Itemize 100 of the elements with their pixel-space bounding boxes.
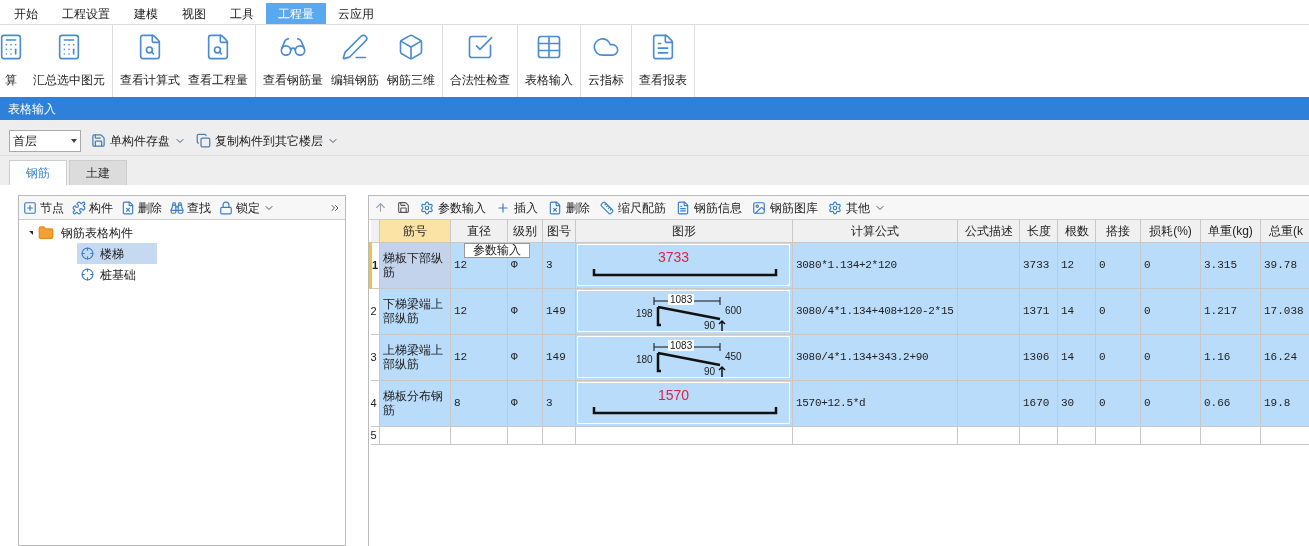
- toolbar-button[interactable]: 缩尺配筋: [600, 198, 666, 217]
- tree-item[interactable]: 钢筋表格构件: [59, 224, 135, 242]
- column-header: 长度: [1019, 220, 1058, 242]
- toolbar-button[interactable]: 单构件存盘: [91, 131, 186, 150]
- toolbar-button[interactable]: 删除: [121, 198, 162, 217]
- folder-icon: [38, 225, 54, 241]
- table-cell: 1570+12.5*d: [792, 380, 958, 426]
- ribbon-button[interactable]: 查看计算式: [116, 25, 184, 97]
- table-cell: 3080*1.134+2*120: [792, 242, 958, 288]
- ribbon-button[interactable]: 查看报表: [635, 25, 691, 97]
- shape-label: 600: [725, 305, 742, 316]
- toolbar-button[interactable]: 构件: [72, 198, 113, 217]
- document-icon: [676, 200, 690, 215]
- image-icon: [752, 200, 766, 215]
- table-cell: 0: [1095, 334, 1141, 380]
- table-cell: 3080/4*1.134+343.2+90: [792, 334, 958, 380]
- toolbar-button[interactable]: 参数输入: [420, 198, 486, 217]
- save-icon: [91, 133, 106, 148]
- table-cell: [1095, 426, 1141, 444]
- ribbon-button[interactable]: 云指标: [584, 25, 628, 97]
- table-cell: 30: [1057, 380, 1096, 426]
- toolbar-button[interactable]: 钢筋图库: [752, 198, 818, 217]
- table-cell: [379, 426, 451, 444]
- table-cell: 14: [1057, 334, 1096, 380]
- shape-label: 1083: [668, 294, 695, 305]
- expanded-icon[interactable]: [29, 231, 33, 235]
- delete-icon: [548, 200, 562, 215]
- table-cell: 0: [1140, 242, 1201, 288]
- toolbar-button[interactable]: 其他: [828, 198, 886, 217]
- ribbon-button[interactable]: 查看工程量: [184, 25, 252, 97]
- checkbox-icon: [466, 33, 494, 61]
- ribbon-button[interactable]: 算: [0, 25, 29, 97]
- table-cell: [1057, 426, 1096, 444]
- component-icon: [81, 247, 94, 260]
- copy-icon: [196, 133, 211, 148]
- table-cell: [1200, 426, 1261, 444]
- table-cell: [957, 242, 1020, 288]
- shape-label: 3733: [658, 249, 690, 265]
- ribbon-button[interactable]: 汇总选中图元: [29, 25, 109, 97]
- ribbon-button[interactable]: 编辑钢筋: [327, 25, 383, 97]
- tab[interactable]: 土建: [69, 160, 127, 185]
- row-number: 3: [370, 334, 380, 380]
- row-number: 5: [370, 426, 380, 444]
- toolbar-button[interactable]: 钢筋信息: [676, 198, 742, 217]
- table-cell: 16.24: [1260, 334, 1309, 380]
- column-header: 计算公式: [792, 220, 958, 242]
- table-cell: 3.315: [1200, 242, 1261, 288]
- menu-tab[interactable]: 建模: [122, 3, 170, 24]
- table-cell: 梯板下部纵筋: [379, 242, 451, 288]
- table-cell: [957, 426, 1020, 444]
- table-cell: 0: [1095, 242, 1141, 288]
- menu-tab[interactable]: 开始: [2, 3, 50, 24]
- floor-dropdown[interactable]: 首层: [9, 129, 81, 152]
- table-cell: 149: [542, 334, 576, 380]
- toolbar-button[interactable]: 节点: [23, 198, 64, 217]
- column-header: 公式描述: [957, 220, 1020, 242]
- column-header: 总重(k: [1260, 220, 1309, 242]
- add-node-icon: [23, 200, 37, 215]
- binoculars-icon: [170, 200, 184, 215]
- ribbon-button[interactable]: 查看钢筋量: [259, 25, 327, 97]
- menu-tab[interactable]: 视图: [170, 3, 218, 24]
- table-cell: 14: [1057, 288, 1096, 334]
- menu-tab[interactable]: 工具: [218, 3, 266, 24]
- table-cell: Ф: [507, 334, 543, 380]
- table-cell: [957, 380, 1020, 426]
- toolbar-button[interactable]: 查找: [170, 198, 211, 217]
- panel-title: 表格输入: [8, 100, 56, 118]
- table-icon: [535, 33, 563, 61]
- ribbon-button[interactable]: 钢筋三维: [383, 25, 439, 97]
- table-cell: 8: [450, 380, 508, 426]
- table-cell: 3: [542, 242, 576, 288]
- tab[interactable]: 钢筋: [9, 160, 67, 185]
- toolbar-button[interactable]: 复制构件到其它楼层: [196, 131, 339, 150]
- column-header: 搭接: [1095, 220, 1141, 242]
- ribbon-button[interactable]: 表格输入: [521, 25, 577, 97]
- table-cell: 0: [1095, 288, 1141, 334]
- save-icon[interactable]: [397, 201, 410, 214]
- menu-tab[interactable]: 云应用: [326, 3, 386, 24]
- ruler-icon: [600, 200, 614, 215]
- tree-item[interactable]: 楼梯: [77, 243, 157, 264]
- table-cell: [957, 288, 1020, 334]
- toolbar-button[interactable]: 插入: [496, 198, 538, 217]
- shape-label: 198: [636, 308, 653, 319]
- component-icon: [81, 268, 94, 281]
- tree-item[interactable]: 桩基础: [77, 264, 157, 285]
- table-cell: 0: [1140, 288, 1201, 334]
- puzzle-icon: [72, 200, 86, 215]
- toolbar-button[interactable]: 删除: [548, 198, 590, 217]
- parameter-tooltip: 参数输入: [464, 243, 530, 258]
- table-cell: 0: [1140, 380, 1201, 426]
- table-cell: 0.66: [1200, 380, 1261, 426]
- shape-label: 450: [725, 351, 742, 362]
- pen-icon: [341, 33, 369, 61]
- menu-tab[interactable]: 工程设置: [50, 3, 122, 24]
- column-header: 图号: [542, 220, 576, 242]
- table-cell: 梯板分布钢筋: [379, 380, 451, 426]
- toolbar-button[interactable]: 锁定: [219, 198, 275, 217]
- column-header: 筋号: [379, 220, 451, 242]
- gear-icon: [828, 200, 842, 215]
- ribbon-button[interactable]: 合法性检查: [446, 25, 514, 97]
